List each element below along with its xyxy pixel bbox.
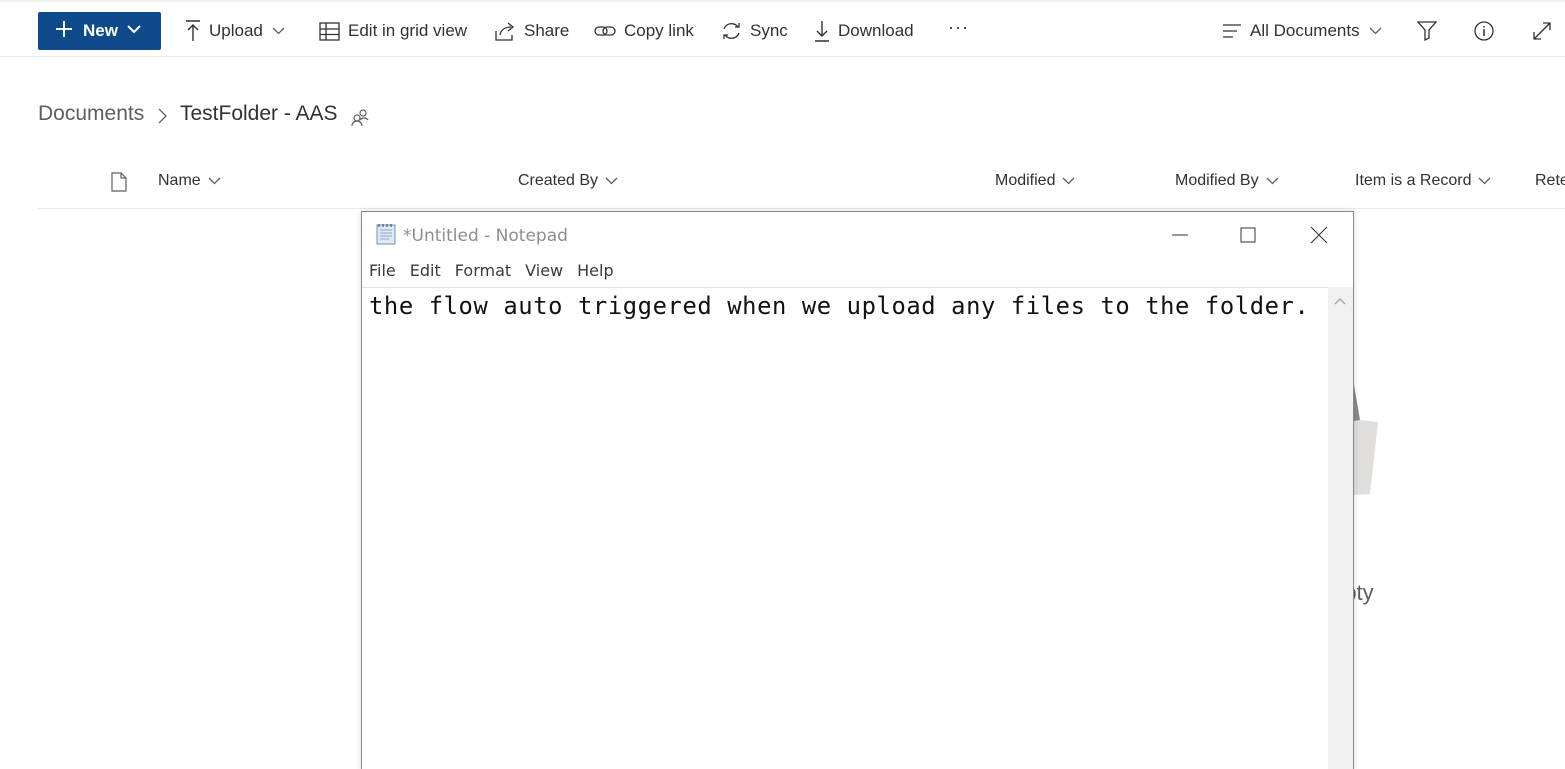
info-icon bbox=[1474, 21, 1494, 41]
column-created-by[interactable]: Created By bbox=[518, 172, 618, 190]
menu-help[interactable]: Help bbox=[570, 261, 620, 285]
edit-grid-button[interactable]: Edit in grid view bbox=[319, 16, 467, 46]
menu-view[interactable]: View bbox=[518, 261, 570, 285]
notepad-icon bbox=[376, 224, 396, 245]
column-created-by-label: Created By bbox=[518, 172, 599, 189]
column-modified-by-label: Modified By bbox=[1175, 172, 1259, 189]
chevron-right-icon bbox=[158, 108, 167, 124]
more-button[interactable]: ··· bbox=[948, 12, 969, 42]
notepad-title-bar[interactable]: *Untitled - Notepad bbox=[362, 212, 1353, 258]
upload-button[interactable]: Upload bbox=[185, 16, 285, 46]
close-icon[interactable] bbox=[1308, 224, 1330, 246]
notepad-window[interactable]: *Untitled - Notepad File Edit Format Vie… bbox=[361, 211, 1354, 769]
column-modified[interactable]: Modified bbox=[995, 172, 1075, 190]
chevron-down-icon bbox=[1266, 177, 1279, 185]
column-item-is-record-label: Item is a Record bbox=[1355, 172, 1472, 189]
plus-icon bbox=[56, 21, 72, 37]
column-modified-label: Modified bbox=[995, 172, 1056, 189]
expand-icon bbox=[1533, 22, 1551, 40]
scroll-up-arrow-icon[interactable] bbox=[1334, 297, 1346, 305]
breadcrumb-current-folder: TestFolder - AAS bbox=[180, 102, 338, 125]
chevron-down-icon bbox=[208, 177, 221, 185]
share-icon bbox=[495, 21, 515, 41]
column-retention[interactable]: Rete bbox=[1535, 172, 1565, 190]
notepad-content: the flow auto triggered when we upload a… bbox=[369, 292, 1310, 320]
chevron-down-icon bbox=[605, 177, 618, 185]
chevron-down-icon bbox=[1369, 27, 1382, 35]
copy-link-label: Copy link bbox=[624, 21, 694, 40]
shared-people-icon[interactable] bbox=[351, 108, 369, 126]
breadcrumb-documents[interactable]: Documents bbox=[38, 102, 144, 126]
column-modified-by[interactable]: Modified By bbox=[1175, 172, 1279, 190]
chevron-down-icon bbox=[127, 25, 141, 34]
notepad-menu-bar: File Edit Format View Help bbox=[362, 261, 621, 285]
share-label: Share bbox=[524, 21, 570, 40]
download-button[interactable]: Download bbox=[814, 16, 914, 46]
column-name[interactable]: Name bbox=[158, 172, 221, 190]
sync-label: Sync bbox=[750, 21, 788, 40]
command-bar: New Upload Edit in grid view Share Copy … bbox=[0, 0, 1565, 57]
sync-icon bbox=[723, 23, 740, 39]
new-button[interactable]: New bbox=[38, 12, 161, 50]
column-item-is-record[interactable]: Item is a Record bbox=[1355, 172, 1491, 190]
menu-format[interactable]: Format bbox=[448, 261, 518, 285]
empty-folder-illustration bbox=[1354, 385, 1378, 495]
menu-file[interactable]: File bbox=[362, 261, 403, 285]
empty-state-text: mpty bbox=[1352, 580, 1374, 605]
view-switcher[interactable]: All Documents bbox=[1222, 16, 1382, 46]
new-button-label: New bbox=[83, 21, 118, 40]
chevron-down-icon bbox=[272, 27, 285, 35]
maximize-icon[interactable] bbox=[1237, 224, 1259, 246]
column-retention-label: Rete bbox=[1535, 172, 1565, 189]
info-button[interactable] bbox=[1474, 16, 1494, 46]
minimize-icon[interactable] bbox=[1169, 224, 1191, 246]
notepad-text-area[interactable]: the flow auto triggered when we upload a… bbox=[362, 287, 1328, 769]
list-view-icon bbox=[1223, 24, 1241, 38]
chevron-down-icon bbox=[1479, 177, 1491, 185]
download-icon bbox=[815, 21, 829, 42]
menu-edit[interactable]: Edit bbox=[403, 261, 448, 285]
filter-button[interactable] bbox=[1417, 16, 1437, 46]
link-icon bbox=[594, 26, 616, 36]
grid-icon bbox=[319, 21, 340, 41]
expand-button[interactable] bbox=[1532, 16, 1552, 46]
sync-button[interactable]: Sync bbox=[721, 16, 788, 46]
filter-icon bbox=[1417, 21, 1437, 41]
vertical-scrollbar[interactable] bbox=[1328, 287, 1353, 769]
upload-icon bbox=[186, 20, 200, 41]
column-name-label: Name bbox=[158, 172, 201, 189]
view-label: All Documents bbox=[1250, 21, 1360, 40]
chevron-down-icon bbox=[1063, 177, 1075, 185]
more-icon: ··· bbox=[948, 16, 969, 37]
notepad-title: *Untitled - Notepad bbox=[403, 226, 568, 246]
upload-label: Upload bbox=[209, 21, 263, 40]
edit-grid-label: Edit in grid view bbox=[348, 21, 468, 40]
column-header-row: Name Created By Modified Modified By Ite… bbox=[37, 158, 1565, 209]
download-label: Download bbox=[838, 21, 914, 40]
copy-link-button[interactable]: Copy link bbox=[594, 16, 694, 46]
file-type-icon[interactable] bbox=[111, 172, 127, 192]
share-button[interactable]: Share bbox=[495, 16, 569, 46]
